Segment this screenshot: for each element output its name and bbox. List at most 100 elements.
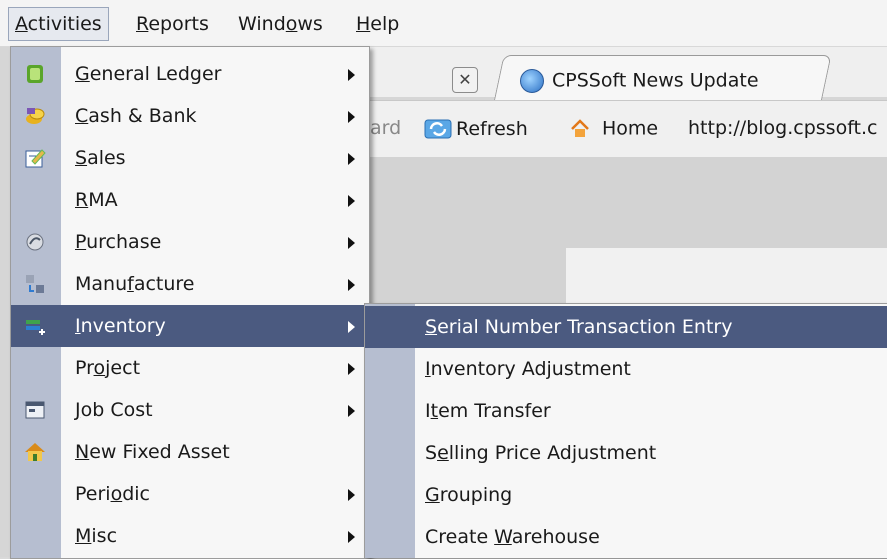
mnemonic: t xyxy=(430,400,439,422)
home-label: Home xyxy=(602,117,659,140)
mnemonic: S xyxy=(75,147,88,169)
menu-label: elp xyxy=(370,13,400,35)
tab-title: CPSSoft News Update xyxy=(552,69,759,92)
submenu-item-grouping[interactable]: Grouping xyxy=(365,474,887,516)
mnemonic: R xyxy=(75,189,89,211)
label-post: nventory xyxy=(80,315,166,337)
menu-item-manufacture[interactable]: Manufacture xyxy=(11,263,369,305)
submenu-arrow-icon xyxy=(348,195,355,207)
mnemonic: o xyxy=(285,13,298,35)
label-post: ales xyxy=(87,147,126,169)
menu-item-cash-bank[interactable]: Cash & Bank xyxy=(11,95,369,137)
sales-icon xyxy=(25,149,46,168)
submenu-arrow-icon xyxy=(348,531,355,543)
submenu-arrow-icon xyxy=(348,489,355,501)
submenu-arrow-icon xyxy=(348,69,355,81)
job-cost-icon xyxy=(25,401,45,419)
mnemonic: N xyxy=(75,441,90,463)
purchase-icon xyxy=(26,233,44,251)
submenu-arrow-icon xyxy=(348,279,355,291)
menu-help[interactable]: Help xyxy=(350,8,405,40)
label-post: nventory Adjustment xyxy=(430,358,631,380)
label-post: ew Fixed Asset xyxy=(89,441,230,463)
activities-menu: General Ledger Cash & Bank Sales RMA Pur… xyxy=(10,46,370,559)
ledger-icon xyxy=(27,65,43,83)
label-post: dic xyxy=(122,483,150,505)
label-pre: Pr xyxy=(75,357,94,379)
submenu-item-selling-price-adjustment[interactable]: Selling Price Adjustment xyxy=(365,432,887,474)
label-post: ash & Bank xyxy=(88,105,197,127)
mnemonic: H xyxy=(356,13,371,35)
label-post: lling Price Adjustment xyxy=(448,442,657,464)
label-post: erial Number Transaction Entry xyxy=(437,316,733,338)
mnemonic: o xyxy=(93,357,106,379)
menu-windows[interactable]: Windows xyxy=(232,8,329,40)
menu-label: ctivities xyxy=(27,13,102,35)
mnemonic: G xyxy=(425,484,440,506)
browser-page-icon xyxy=(520,68,544,93)
manufacture-icon xyxy=(26,275,44,293)
label-pre: Peri xyxy=(75,483,111,505)
mnemonic: G xyxy=(75,63,90,85)
mnemonic: o xyxy=(110,483,123,505)
menu-item-purchase[interactable]: Purchase xyxy=(11,221,369,263)
label-post: arehouse xyxy=(511,526,600,548)
submenu-arrow-icon xyxy=(348,153,355,165)
home-button[interactable]: Home xyxy=(570,114,658,142)
menu-label: eports xyxy=(148,13,209,35)
inventory-submenu: Serial Number Transaction Entry Inventor… xyxy=(364,303,887,558)
tab-news-update-label-wrap[interactable]: CPSSoft News Update xyxy=(520,58,759,102)
menu-bar: Activities Reports Windows Help xyxy=(0,0,887,47)
cash-bank-icon xyxy=(26,108,45,124)
label-post: MA xyxy=(88,189,118,211)
address-field[interactable]: http://blog.cpssoft.c xyxy=(688,114,878,142)
menu-reports[interactable]: Reports xyxy=(130,8,215,40)
forward-button[interactable]: ard xyxy=(370,114,401,142)
mnemonic: R xyxy=(136,13,149,35)
mnemonic: e xyxy=(437,442,449,464)
menu-item-periodic[interactable]: Periodic xyxy=(11,473,369,515)
mnemonic: C xyxy=(75,105,89,127)
menu-item-rma[interactable]: RMA xyxy=(11,179,369,221)
label-pre: Create xyxy=(425,526,495,548)
mnemonic: A xyxy=(15,13,28,35)
mnemonic: f xyxy=(127,273,134,295)
submenu-item-create-warehouse[interactable]: Create Warehouse xyxy=(365,516,887,558)
menu-item-misc[interactable]: Misc xyxy=(11,515,369,557)
menu-item-sales[interactable]: Sales xyxy=(11,137,369,179)
label-post: ob Cost xyxy=(80,399,153,421)
mnemonic: S xyxy=(425,316,438,338)
label-pre: S xyxy=(425,442,438,464)
label-post: acture xyxy=(133,273,195,295)
menu-item-general-ledger[interactable]: General Ledger xyxy=(11,53,369,95)
inventory-icon xyxy=(26,320,45,335)
mnemonic: W xyxy=(494,526,512,548)
submenu-arrow-icon xyxy=(348,321,355,333)
home-icon xyxy=(571,118,589,137)
mnemonic: M xyxy=(75,525,92,547)
label-post: ject xyxy=(105,357,141,379)
label-post: rouping xyxy=(439,484,513,506)
menu-item-new-fixed-asset[interactable]: New Fixed Asset xyxy=(11,431,369,473)
submenu-item-serial-number-transaction-entry[interactable]: Serial Number Transaction Entry xyxy=(365,306,887,348)
refresh-button[interactable]: Refresh xyxy=(424,114,528,142)
submenu-arrow-icon xyxy=(348,237,355,249)
fixed-asset-icon xyxy=(25,443,45,461)
label-pre: Manu xyxy=(75,273,128,295)
menu-item-project[interactable]: Project xyxy=(11,347,369,389)
label-post: em Transfer xyxy=(438,400,551,422)
label-post: urchase xyxy=(86,231,162,253)
refresh-icon xyxy=(424,119,452,138)
label-post: eneral Ledger xyxy=(89,63,222,85)
menu-activities[interactable]: Activities xyxy=(8,7,109,41)
menu-label-pre: Wind xyxy=(238,13,286,35)
tab-close-icon[interactable]: ✕ xyxy=(452,67,478,93)
submenu-item-item-transfer[interactable]: Item Transfer xyxy=(365,390,887,432)
menu-item-inventory[interactable]: Inventory xyxy=(11,305,369,347)
mnemonic: P xyxy=(75,231,87,253)
submenu-item-inventory-adjustment[interactable]: Inventory Adjustment xyxy=(365,348,887,390)
label-post: isc xyxy=(91,525,118,547)
menu-label: ws xyxy=(297,13,323,35)
menu-item-job-cost[interactable]: Job Cost xyxy=(11,389,369,431)
submenu-arrow-icon xyxy=(348,405,355,417)
